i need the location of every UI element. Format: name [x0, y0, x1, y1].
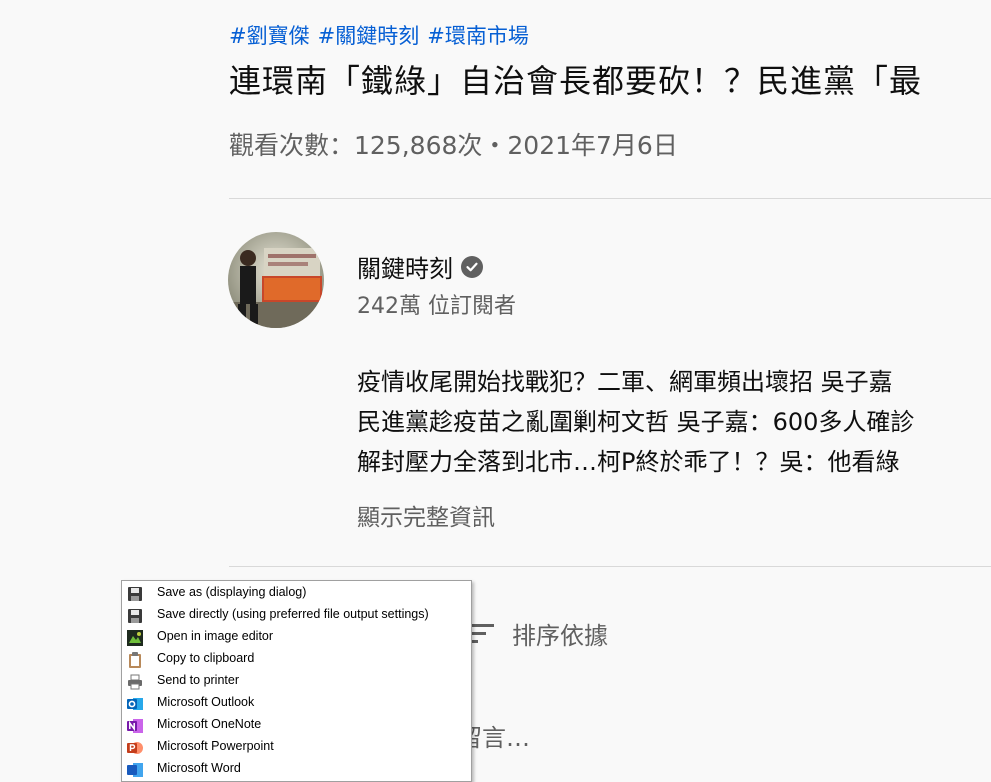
menu-item-label: Microsoft Powerpoint [157, 739, 274, 753]
menu-item-label: Copy to clipboard [157, 651, 255, 665]
channel-avatar[interactable] [228, 232, 324, 328]
menu-item-label: Save directly (using preferred file outp… [157, 607, 429, 621]
menu-item-outlook[interactable]: Microsoft Outlook [122, 692, 471, 714]
menu-item-label: Microsoft OneNote [157, 717, 262, 731]
menu-item-label: Microsoft Outlook [157, 695, 255, 709]
hashtag-row: #劉寶傑 #關鍵時刻 #環南市場 [229, 20, 537, 50]
sort-label: 排序依據 [512, 622, 608, 650]
menu-item-label: Open in image editor [157, 629, 274, 643]
verified-check-icon [461, 255, 483, 278]
powerpoint-icon [127, 740, 143, 756]
floppy-icon [127, 608, 143, 624]
description-line: 民進黨趁疫苗之亂圍剿柯文哲 吳子嘉：600多人確診 [357, 408, 915, 436]
menu-item-open-in-image-editor[interactable]: Open in image editor [122, 626, 471, 648]
outlook-icon [127, 696, 143, 712]
description-line: 解封壓力全落到北市…柯P終於乖了！？吳：他看綠 [357, 448, 900, 476]
floppy-icon [127, 586, 143, 602]
menu-item-label: Save as (displaying dialog) [157, 585, 307, 599]
word-icon [127, 762, 143, 778]
description-line: 疫情收尾開始找戰犯？二軍、網軍頻出壞招 吳子嘉 [357, 368, 893, 396]
hashtag-link[interactable]: #劉寶傑 [229, 24, 310, 48]
menu-item-label: Microsoft Word [157, 761, 241, 775]
hashtag-link[interactable]: #關鍵時刻 [318, 24, 420, 48]
subscriber-count: 242萬 位訂閱者 [357, 294, 516, 319]
image-editor-icon [127, 630, 143, 646]
menu-item-save-directly[interactable]: Save directly (using preferred file outp… [122, 604, 471, 626]
menu-item-copy-to-clipboard[interactable]: Copy to clipboard [122, 648, 471, 670]
divider [229, 566, 991, 567]
printer-icon [127, 674, 143, 690]
menu-item-powerpoint[interactable]: Microsoft Powerpoint [122, 736, 471, 758]
show-more-button[interactable]: 顯示完整資訊 [357, 498, 495, 532]
divider [229, 198, 991, 199]
menu-item-label: Send to printer [157, 673, 239, 687]
menu-item-send-to-printer[interactable]: Send to printer [122, 670, 471, 692]
sort-button[interactable]: 排序依據 [464, 616, 608, 651]
hashtag-link[interactable]: #環南市場 [427, 24, 529, 48]
video-title: 連環南「鐵綠」自治會長都要砍！？民進黨「最 [229, 62, 923, 100]
menu-item-word[interactable]: Microsoft Word [122, 758, 471, 780]
menu-item-onenote[interactable]: Microsoft OneNote [122, 714, 471, 736]
onenote-icon [127, 718, 143, 734]
channel-name-row: 關鍵時刻 [357, 249, 483, 284]
channel-name[interactable]: 關鍵時刻 [357, 249, 453, 284]
context-menu: Save as (displaying dialog) Save directl… [121, 580, 472, 782]
clipboard-icon [127, 652, 143, 668]
view-count-date: 觀看次數：125,868次・2021年7月6日 [229, 131, 678, 160]
menu-item-save-as[interactable]: Save as (displaying dialog) [122, 582, 471, 604]
